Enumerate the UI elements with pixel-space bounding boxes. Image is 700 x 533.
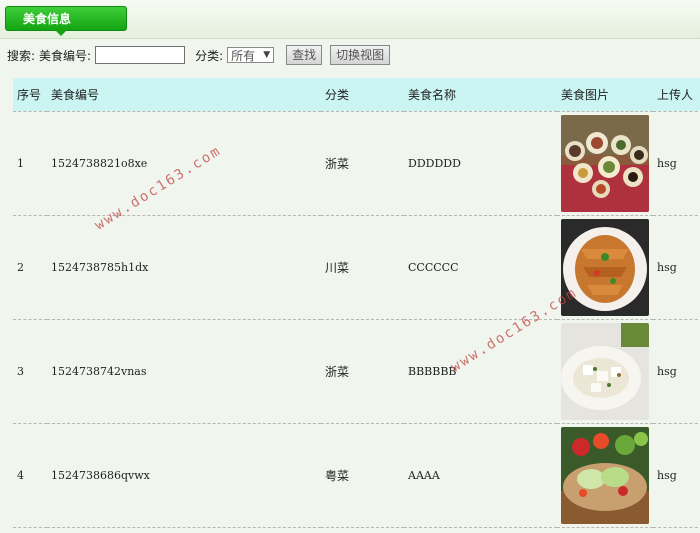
cell-code: 1524738742vnas: [47, 319, 321, 424]
table-row: 4 1524738686qvwx 粤菜 AAAA hsg: [13, 423, 700, 528]
category-select[interactable]: 所有 ▼: [227, 47, 275, 63]
food-table: 序号 美食编号 分类 美食名称 美食图片 上传人 1 1524738821o8x…: [13, 78, 700, 528]
cell-image: [557, 423, 653, 528]
cell-index: 1: [13, 111, 47, 216]
food-photo-platter[interactable]: [561, 114, 649, 212]
header-code: 美食编号: [47, 78, 321, 112]
header-uploader: 上传人: [653, 78, 700, 112]
switch-view-button[interactable]: 切换视图: [330, 45, 391, 65]
cell-category: 浙菜: [321, 319, 404, 424]
dropdown-arrow-icon: ▼: [263, 50, 271, 60]
cell-uploader: hsg: [653, 111, 700, 216]
category-label: 分类:: [195, 48, 224, 63]
header-index: 序号: [13, 78, 47, 112]
header-category: 分类: [321, 78, 404, 112]
cell-category: 粤菜: [321, 423, 404, 528]
tab-pointer: [55, 30, 67, 36]
category-selected: 所有: [231, 48, 256, 63]
cell-code: 1524738686qvwx: [47, 423, 321, 528]
cell-uploader: hsg: [653, 215, 700, 320]
cell-index: 3: [13, 319, 47, 424]
cell-name: AAAA: [404, 423, 557, 528]
table-row: 3 1524738742vnas 浙菜 BBBBBB hsg: [13, 319, 700, 424]
cell-image: [557, 111, 653, 216]
top-bar: 美食信息: [0, 0, 700, 39]
search-bar: 搜索: 美食编号: 分类: 所有 ▼ 查找 切换视图: [7, 45, 394, 65]
tab-label: 美食信息: [22, 12, 71, 26]
cell-name: DDDDDD: [404, 111, 557, 216]
cell-category: 浙菜: [321, 111, 404, 216]
cell-index: 2: [13, 215, 47, 320]
cell-index: 4: [13, 423, 47, 528]
code-label: 美食编号:: [39, 48, 92, 63]
cell-category: 川菜: [321, 215, 404, 320]
cell-code: 1524738785h1dx: [47, 215, 321, 320]
food-photo-tofu-dish[interactable]: [561, 322, 649, 420]
find-button[interactable]: 查找: [286, 45, 323, 65]
table-row: 2 1524738785h1dx 川菜 CCCCCC hsg: [13, 215, 700, 320]
cell-uploader: hsg: [653, 319, 700, 424]
cell-name: CCCCCC: [404, 215, 557, 320]
food-photo-salad[interactable]: [561, 426, 649, 524]
cell-uploader: hsg: [653, 423, 700, 528]
search-label: 搜索:: [7, 48, 36, 63]
table-header-row: 序号 美食编号 分类 美食名称 美食图片 上传人: [13, 78, 700, 112]
code-search-input[interactable]: [95, 46, 186, 64]
cell-name: BBBBBB: [404, 319, 557, 424]
header-name: 美食名称: [404, 78, 557, 112]
cell-image: [557, 319, 653, 424]
header-image: 美食图片: [557, 78, 653, 112]
table-row: 1 1524738821o8xe 浙菜 DDDDDD hsg: [13, 111, 700, 216]
tab-food-info[interactable]: 美食信息: [5, 6, 127, 31]
